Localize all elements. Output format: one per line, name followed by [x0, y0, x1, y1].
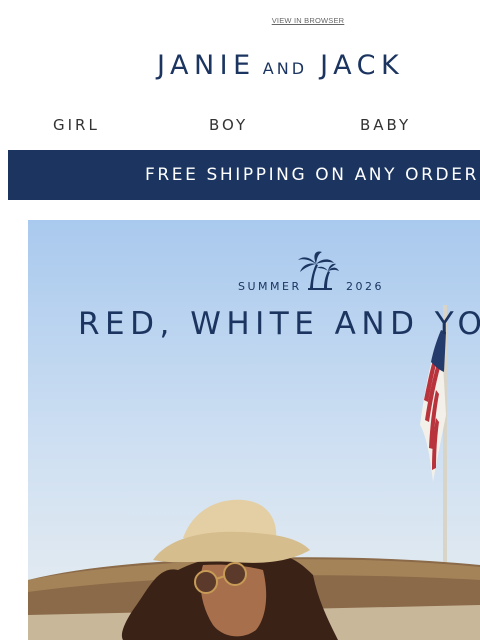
shipping-banner[interactable]: FREE SHIPPING ON ANY ORDER: [8, 150, 480, 200]
logo-word-and: AND: [262, 59, 308, 78]
shipping-banner-text: FREE SHIPPING ON ANY ORDER: [145, 165, 479, 185]
brand-logo[interactable]: JANIE AND JACK: [157, 50, 404, 81]
hero-image[interactable]: SUMMER 2026 RED, WHITE AND YOU: [28, 220, 480, 640]
season-label: SUMMER 2026: [238, 280, 382, 293]
category-nav: GIRL BOY BABY: [0, 116, 480, 136]
season-year: 2026: [346, 280, 384, 293]
season-name: SUMMER: [238, 280, 302, 293]
nav-item-boy[interactable]: BOY: [209, 116, 248, 134]
hero-headline: RED, WHITE AND YOU: [78, 306, 480, 342]
palm-trees-icon: [298, 251, 339, 290]
nav-item-girl[interactable]: GIRL: [53, 116, 100, 134]
nav-item-baby[interactable]: BABY: [360, 116, 411, 134]
logo-word-jack: JACK: [320, 50, 405, 81]
logo-word-janie: JANIE: [157, 50, 256, 81]
view-in-browser-link[interactable]: VIEW IN BROWSER: [0, 16, 480, 25]
